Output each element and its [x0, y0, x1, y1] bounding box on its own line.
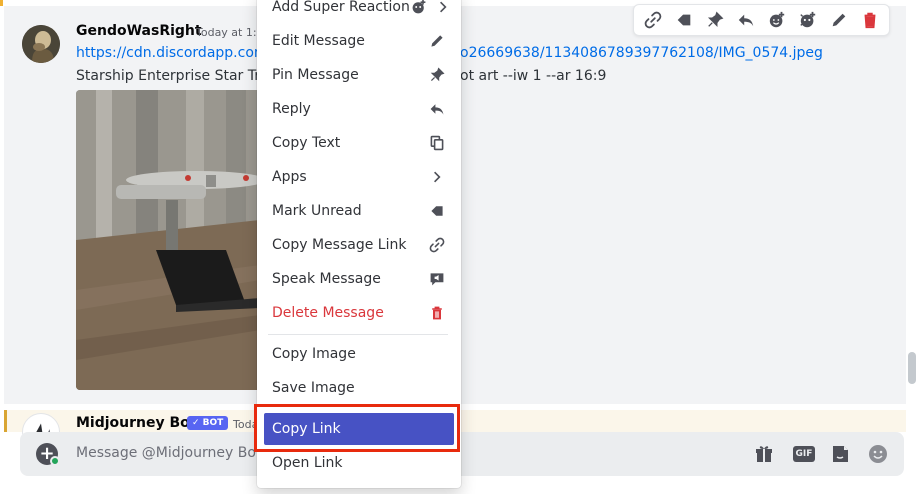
mark-unread-icon[interactable] — [668, 6, 699, 34]
menu-item-label: Delete Message — [272, 305, 384, 321]
menu-item-copy-image[interactable]: Copy Image — [264, 338, 454, 370]
copy-icon — [428, 134, 446, 152]
menu-item-label: Reply — [272, 101, 311, 117]
online-dot — [50, 456, 60, 466]
menu-item-copy-message-link[interactable]: Copy Message Link — [264, 229, 454, 261]
edit-icon[interactable] — [824, 6, 855, 34]
menu-item-label: Mark Unread — [272, 203, 362, 219]
menu-item-apps[interactable]: Apps — [264, 161, 454, 193]
bot-badge: ✓ BOT — [187, 416, 229, 430]
mark-unread-icon — [428, 202, 446, 220]
mention-indicator — [0, 0, 3, 6]
menu-item-mark-unread[interactable]: Mark Unread — [264, 195, 454, 227]
menu-item-pin-message[interactable]: Pin Message — [264, 59, 454, 91]
sticker-icon[interactable] — [829, 443, 851, 465]
avatar[interactable] — [22, 25, 60, 63]
gif-icon[interactable]: GIF — [791, 443, 817, 465]
menu-item-label: Add Super Reaction — [272, 0, 410, 15]
annotation-highlight-box — [254, 404, 460, 452]
trash-icon — [428, 304, 446, 322]
menu-item-label: Copy Image — [272, 346, 356, 362]
menu-item-label: Copy Text — [272, 135, 341, 151]
chevron-right-icon — [428, 168, 446, 186]
super-reaction-icon[interactable] — [793, 6, 824, 34]
pin-icon[interactable] — [699, 6, 730, 34]
image-attachment[interactable] — [76, 90, 260, 390]
menu-item-label: Open Link — [272, 455, 343, 471]
menu-item-add-super-reaction[interactable]: Add Super Reaction — [264, 0, 454, 23]
link-icon[interactable] — [637, 6, 668, 34]
scrollbar-track[interactable] — [907, 0, 919, 494]
menu-item-save-image[interactable]: Save Image — [264, 372, 454, 404]
message-text-tail: ot art --iw 1 --ar 16:9 — [460, 68, 607, 84]
menu-item-label: Pin Message — [272, 67, 359, 83]
menu-item-copy-text[interactable]: Copy Text — [264, 127, 454, 159]
menu-item-label: Copy Message Link — [272, 237, 407, 253]
menu-item-delete-message[interactable]: Delete Message — [264, 297, 454, 329]
emoji-icon[interactable] — [867, 443, 889, 465]
gift-icon[interactable] — [753, 443, 775, 465]
super-reaction-icon — [410, 0, 428, 16]
menu-item-label: Speak Message — [272, 271, 381, 287]
add-reaction-icon[interactable] — [762, 6, 793, 34]
gif-label: GIF — [792, 446, 816, 462]
bot-mention-indicator — [4, 410, 7, 432]
message-link-tail[interactable]: o26669638/1134086789397762108/IMG_0574.j… — [460, 45, 823, 61]
pin-icon — [428, 66, 446, 84]
message-timestamp: Today at 1:4 — [196, 26, 264, 39]
menu-item-label: Edit Message — [272, 33, 365, 49]
message-link[interactable]: https://cdn.discordapp.com — [76, 45, 260, 61]
message-text: Starship Enterprise Star Tre — [76, 68, 260, 84]
menu-item-reply[interactable]: Reply — [264, 93, 454, 125]
speak-icon — [428, 270, 446, 288]
message-input[interactable] — [76, 440, 256, 466]
menu-item-edit-message[interactable]: Edit Message — [264, 25, 454, 57]
trash-icon[interactable] — [855, 6, 886, 34]
message-toolbar — [633, 4, 890, 36]
scrollbar-thumb[interactable] — [908, 352, 916, 384]
menu-item-label: Apps — [272, 169, 307, 185]
chevron-right-icon — [434, 0, 452, 16]
reply-icon[interactable] — [730, 6, 761, 34]
menu-separator — [268, 334, 448, 335]
menu-item-speak-message[interactable]: Speak Message — [264, 263, 454, 295]
menu-item-label: Save Image — [272, 380, 355, 396]
pencil-icon — [428, 32, 446, 50]
link-icon — [428, 236, 446, 254]
reply-icon — [428, 100, 446, 118]
message-username[interactable]: GendoWasRight — [76, 23, 202, 39]
bot-username[interactable]: Midjourney Bot — [76, 415, 196, 431]
